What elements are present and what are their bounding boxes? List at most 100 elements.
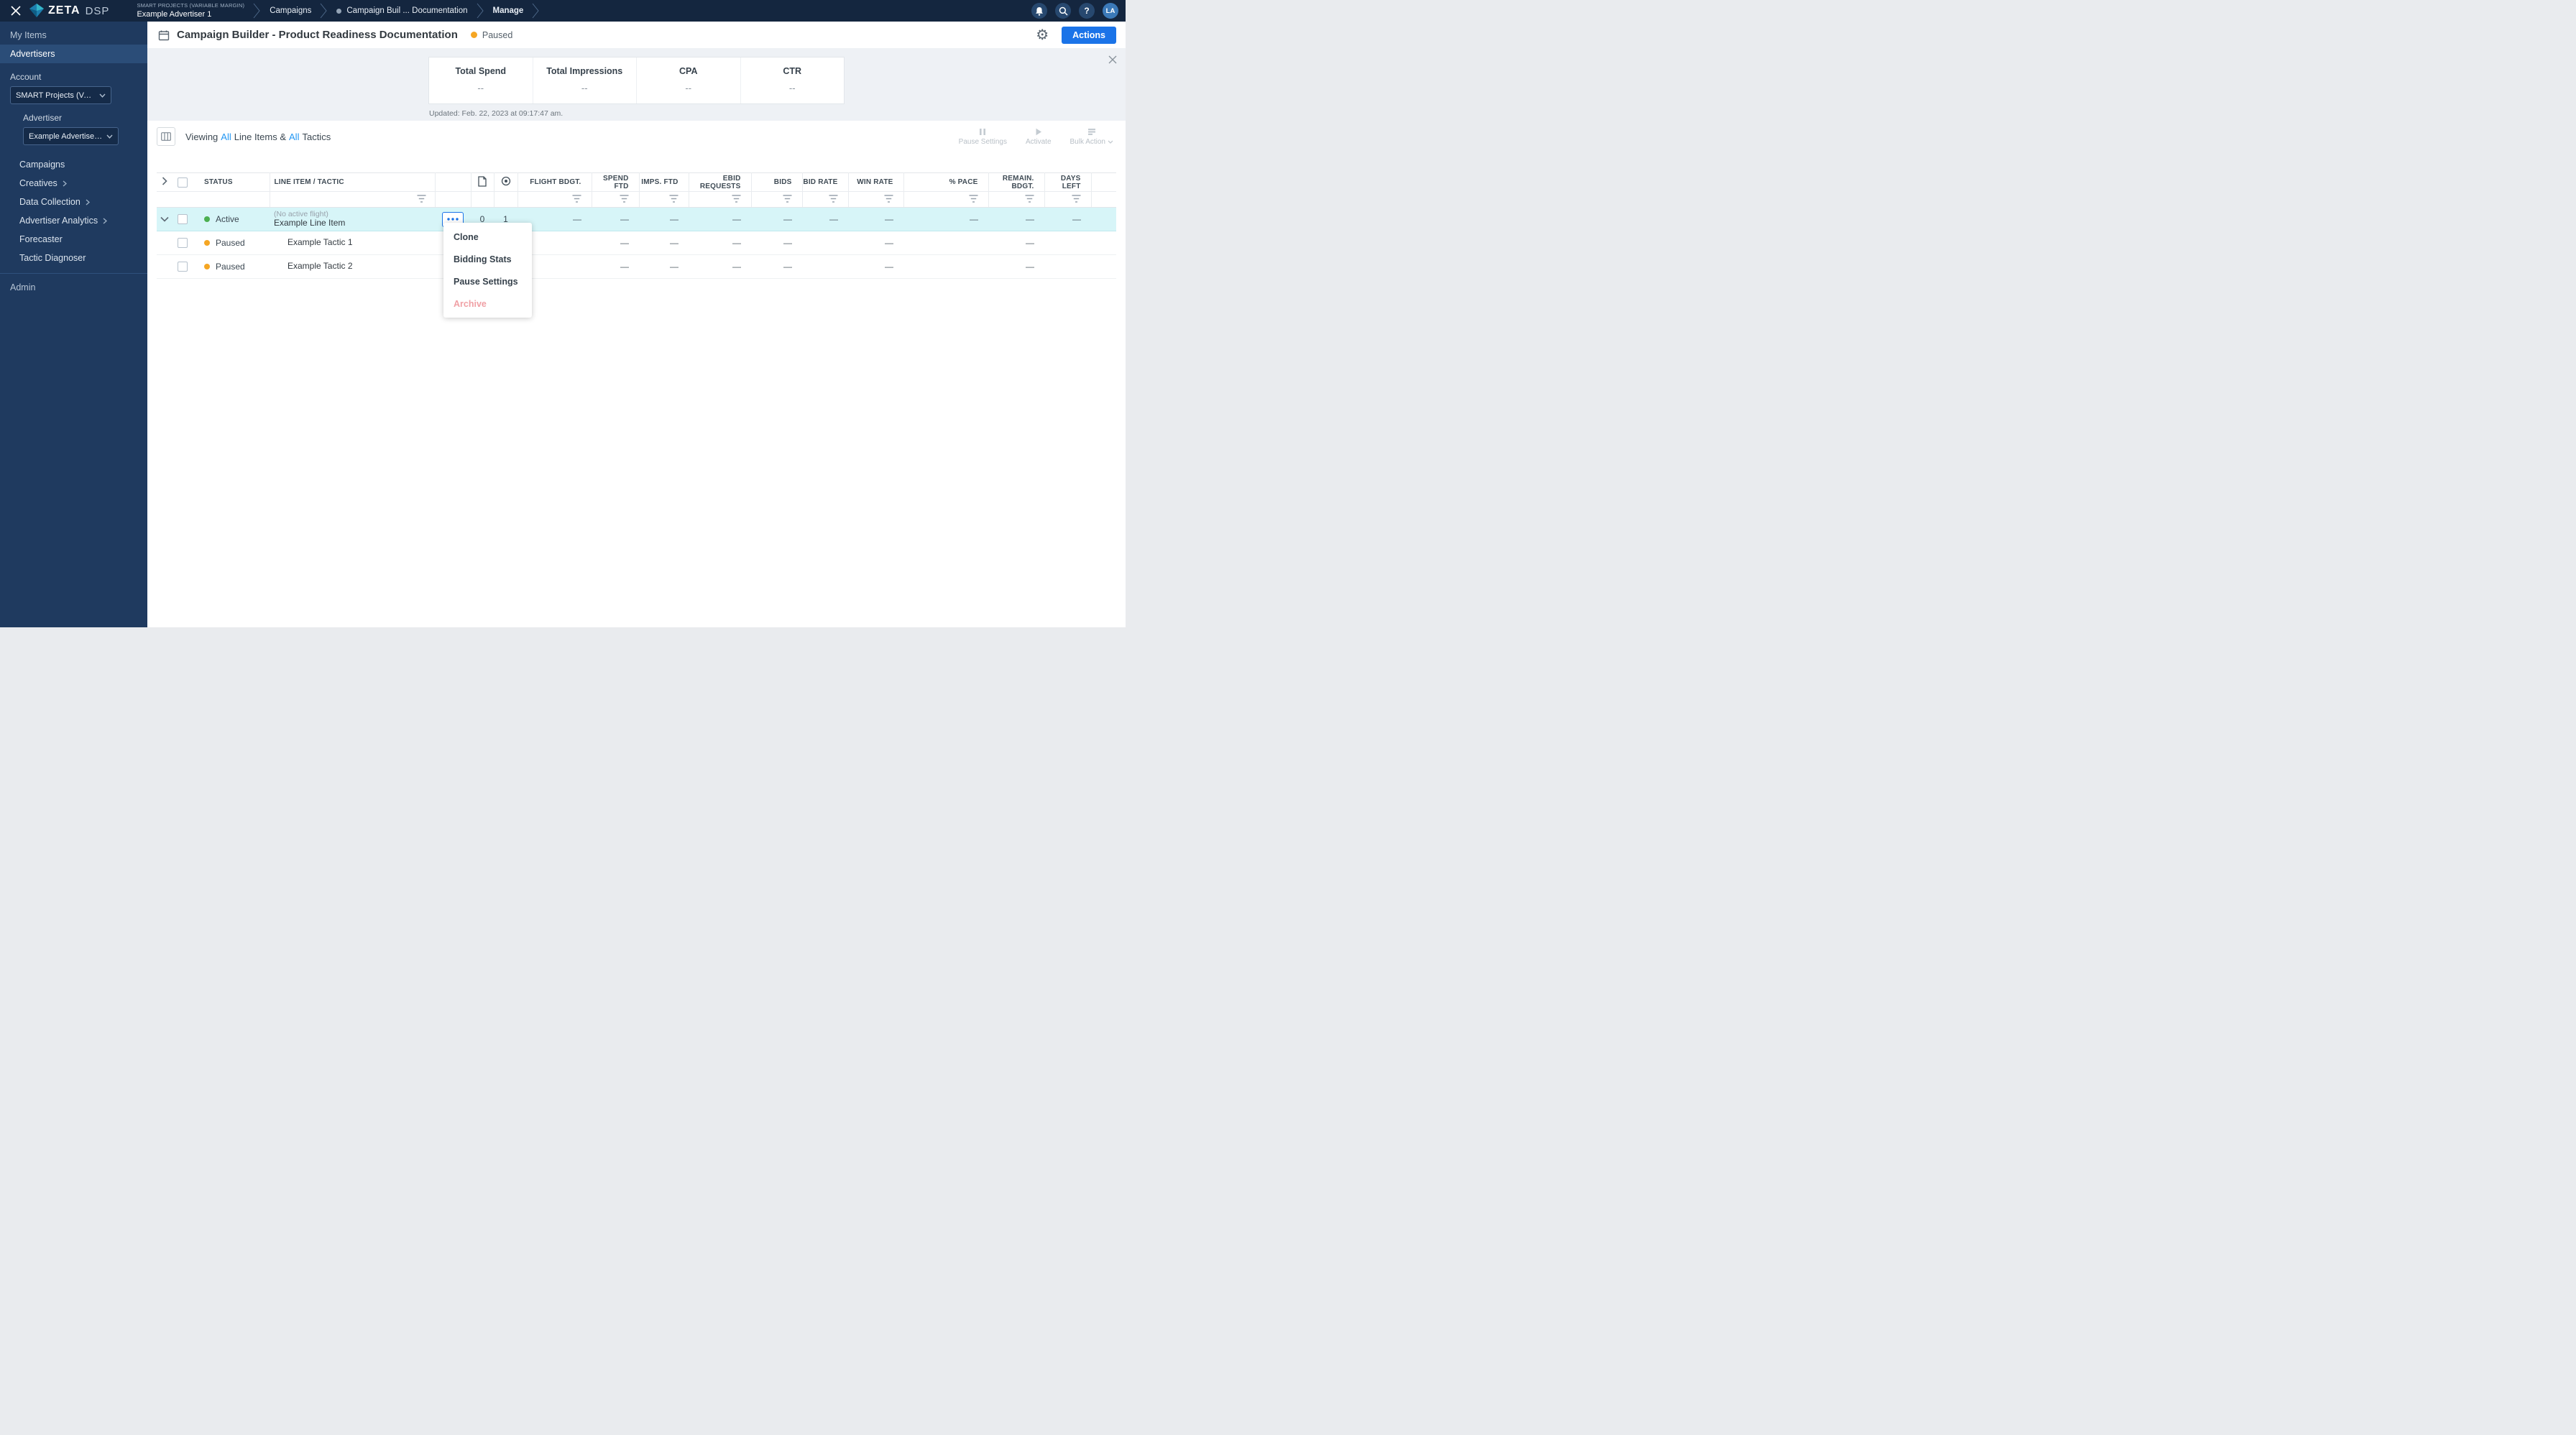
notifications-button[interactable] [1031,3,1047,19]
line-item-name[interactable]: Example Line Item [274,218,435,229]
app-window: ZETA DSP SMART PROJECTS (VARIABLE MARGIN… [0,0,1126,627]
sidebar-item-admin[interactable]: Admin [0,278,147,297]
filter-icon [783,194,791,203]
target-icon [501,176,510,186]
sidebar-item-advertiser-analytics[interactable]: Advertiser Analytics [0,211,147,230]
sidebar-item-creatives[interactable]: Creatives [0,174,147,193]
account-select[interactable]: SMART Projects (Variable M... [10,86,111,104]
cell-bids: — [751,207,802,231]
column-header-row-actions [435,172,472,192]
filter-ebid-requests[interactable] [689,191,752,208]
stat-cpa: CPA -- [637,57,741,103]
main-content: Campaign Builder - Product Readiness Doc… [147,22,1126,627]
advertiser-select[interactable]: Example Advertiser 1 [23,127,119,145]
help-button[interactable]: ? [1079,3,1095,19]
column-header-win-rate[interactable]: WIN RATE [848,172,904,192]
filter-flight-bdgt[interactable] [518,191,592,208]
filter-spend-ftd[interactable] [592,191,640,208]
breadcrumb-advertiser[interactable]: SMART PROJECTS (VARIABLE MARGIN) Example… [128,3,253,19]
line-items-grid: STATUS LINE ITEM / TACTIC FLIGHT BDGT. S… [157,172,1116,279]
cell-imps-ftd: — [639,231,689,255]
zeta-diamond-icon [29,4,44,17]
column-header-flight-bdgt[interactable]: FLIGHT BDGT. [518,172,592,192]
filter-imps-ftd[interactable] [639,191,689,208]
campaign-status-label: Paused [482,29,513,40]
cell-bids: — [751,254,802,279]
filter-pace[interactable] [903,191,989,208]
stats-panel: Total Spend -- Total Impressions -- CPA … [147,48,1126,121]
column-header-bids[interactable]: BIDS [751,172,803,192]
column-header-bid-rate[interactable]: BID RATE [802,172,849,192]
breadcrumb-campaigns[interactable]: Campaigns [261,6,320,15]
filter-all-tactics-link[interactable]: All [289,131,299,142]
filter-win-rate[interactable] [848,191,904,208]
collapse-row-button[interactable] [160,216,169,222]
bell-icon [1036,6,1043,16]
sidebar-divider [0,273,147,274]
column-header-creatives[interactable] [471,172,494,192]
tactic-name[interactable]: Example Tactic 1 [274,237,435,248]
column-header-tactics[interactable] [494,172,518,192]
actions-button[interactable]: Actions [1062,26,1116,44]
row-checkbox[interactable] [178,214,188,225]
menu-item-clone[interactable]: Clone [443,226,532,248]
column-header-spend-ftd[interactable]: SPEND FTD [592,172,640,192]
row-checkbox[interactable] [178,238,188,249]
document-icon [478,175,487,187]
topbar: ZETA DSP SMART PROJECTS (VARIABLE MARGIN… [0,0,1126,22]
stats-close-button[interactable] [1108,55,1117,64]
activate-button[interactable]: Activate [1026,128,1052,146]
sidebar-item-data-collection[interactable]: Data Collection [0,193,147,211]
filter-icon [732,194,740,203]
table-row-tactic[interactable]: Paused Example Tactic 2 — — — — — — [157,254,1116,279]
filter-line-item[interactable] [270,191,436,208]
column-header-pace[interactable]: % PACE [903,172,989,192]
column-header-ebid-requests[interactable]: EBID REQUESTS [689,172,752,192]
sidebar-item-forecaster[interactable]: Forecaster [0,230,147,249]
table-row-tactic[interactable]: Paused Example Tactic 1 — — — — — — [157,231,1116,255]
table-row-line-item[interactable]: Active (No active flight) Example Line I… [157,207,1116,231]
filter-bids[interactable] [751,191,803,208]
sidebar-item-campaigns[interactable]: Campaigns [0,155,147,174]
logo-brand: ZETA [48,4,80,17]
breadcrumb-campaign[interactable]: Campaign Buil ... Documentation [328,6,476,15]
columns-toggle-button[interactable] [157,127,175,146]
avatar[interactable]: LA [1103,3,1118,19]
chevron-down-icon [106,134,113,139]
layers-icon [1087,128,1095,135]
filter-icon [829,194,837,203]
filter-remain-bdgt[interactable] [988,191,1045,208]
cell-ebid-requests: — [689,231,751,255]
column-header-imps-ftd[interactable]: IMPS. FTD [639,172,689,192]
column-header-days-left[interactable]: DAYS LEFT [1044,172,1092,192]
zeta-dsp-logo[interactable]: ZETA DSP [29,4,109,18]
close-icon[interactable] [9,4,23,18]
settings-gear-icon[interactable]: ⚙ [1036,28,1049,42]
filter-days-left[interactable] [1044,191,1092,208]
breadcrumb-manage[interactable]: Manage [484,6,533,15]
stat-total-spend: Total Spend -- [429,57,533,103]
breadcrumb-separator-icon [320,3,328,19]
sidebar-item-advertisers[interactable]: Advertisers [0,45,147,63]
menu-item-pause-settings[interactable]: Pause Settings [443,270,532,292]
filter-bid-rate[interactable] [802,191,849,208]
cell-win-rate: — [848,254,903,279]
menu-item-archive[interactable]: Archive [443,292,532,315]
page-header: Campaign Builder - Product Readiness Doc… [147,22,1126,48]
expand-all-header[interactable] [157,172,172,192]
menu-item-bidding-stats[interactable]: Bidding Stats [443,248,532,270]
sidebar-item-tactic-diagnoser[interactable]: Tactic Diagnoser [0,249,147,267]
column-header-status[interactable]: STATUS [193,172,270,192]
pause-settings-button[interactable]: Pause Settings [959,128,1007,146]
filter-icon [1072,194,1080,203]
sidebar-item-my-items[interactable]: My Items [0,26,147,45]
row-checkbox[interactable] [178,262,188,272]
bulk-action-button[interactable]: Bulk Action [1070,128,1113,146]
search-button[interactable] [1055,3,1071,19]
select-all-checkbox[interactable] [178,177,188,188]
column-header-remain-bdgt[interactable]: REMAIN. BDGT. [988,172,1045,192]
column-header-line-item-tactic[interactable]: LINE ITEM / TACTIC [270,172,436,192]
cell-imps-ftd: — [639,254,689,279]
filter-all-line-items-link[interactable]: All [221,131,231,142]
tactic-name[interactable]: Example Tactic 2 [274,261,435,272]
